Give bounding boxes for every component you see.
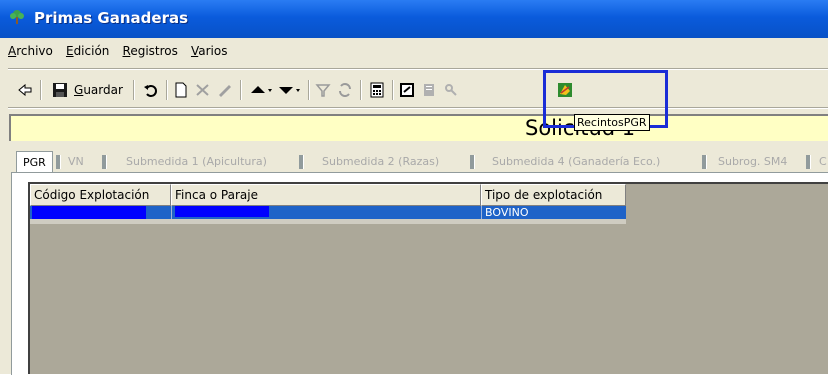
toolbar-separator <box>360 80 362 100</box>
new-record-button[interactable] <box>172 79 190 101</box>
calculator-button[interactable] <box>368 79 386 101</box>
cell-tipo[interactable]: BOVINO <box>482 206 625 219</box>
toolbar-separator <box>133 80 135 100</box>
tab-submedida-4[interactable]: Submedida 4 (Ganadería Eco.) <box>492 151 660 173</box>
previous-record-button[interactable] <box>248 79 274 101</box>
tab-divider <box>56 155 61 169</box>
column-header-finca[interactable]: Finca o Paraje <box>171 184 481 206</box>
tab-divider <box>102 155 107 169</box>
window-title: Primas Ganaderas <box>34 9 189 27</box>
undo-button[interactable] <box>142 79 160 101</box>
redacted-finca <box>175 206 269 217</box>
toolbar-separator <box>166 80 168 100</box>
calculator-icon <box>370 82 384 98</box>
redacted-codigo <box>32 206 146 219</box>
tab-vn[interactable]: VN <box>68 151 84 173</box>
column-header-codigo[interactable]: Código Explotación <box>30 184 171 206</box>
back-button[interactable] <box>16 79 34 101</box>
undo-icon <box>144 85 157 97</box>
menu-varios[interactable]: Varios <box>191 40 228 62</box>
tab-submedida-2[interactable]: Submedida 2 (Razas) <box>322 151 439 173</box>
app-window: Primas Ganaderas Archivo Edición Registr… <box>0 0 828 375</box>
new-document-icon <box>175 82 187 98</box>
tab-divider <box>702 155 707 169</box>
arrow-left-icon <box>18 83 32 97</box>
title-bar: Primas Ganaderas <box>0 0 828 38</box>
column-header-tipo[interactable]: Tipo de explotación <box>481 184 626 206</box>
toolbar-divider <box>8 107 828 109</box>
toolbar-separator <box>240 80 242 100</box>
arrow-up-icon <box>251 86 272 93</box>
filter-icon <box>315 84 331 97</box>
tooltip: RecintosPGR <box>574 114 650 131</box>
refresh-icon <box>339 83 351 97</box>
tab-subrog-sm4[interactable]: Subrog. SM4 <box>718 151 787 173</box>
tab-pgr[interactable]: PGR <box>16 151 53 174</box>
tab-divider <box>470 155 475 169</box>
arrow-down-icon <box>279 87 300 94</box>
toolbar-separator <box>308 80 310 100</box>
data-grid: Código Explotación Finca o Paraje Tipo d… <box>28 182 828 374</box>
filter-button[interactable] <box>314 79 332 101</box>
document-stack-icon <box>424 84 434 96</box>
app-icon <box>10 10 24 24</box>
delete-icon <box>196 84 209 96</box>
delete-record-button[interactable] <box>194 79 212 101</box>
menu-bar: Archivo Edición Registros Varios <box>8 40 235 62</box>
search-button[interactable] <box>442 79 460 101</box>
tab-divider <box>806 155 811 169</box>
next-record-button[interactable] <box>276 79 302 101</box>
menu-edicion[interactable]: Edición <box>66 40 109 62</box>
menu-divider <box>8 68 828 70</box>
tab-submedida-1[interactable]: Submedida 1 (Apicultura) <box>126 151 267 173</box>
refresh-button[interactable] <box>336 79 354 101</box>
tab-strip: PGR VN Submedida 1 (Apicultura) Submedid… <box>16 151 828 174</box>
menu-archivo[interactable]: Archivo <box>8 40 53 62</box>
tab-c[interactable]: C <box>819 151 827 173</box>
toolbar-separator <box>392 80 394 100</box>
info-bar <box>9 114 828 141</box>
records-button[interactable] <box>420 79 438 101</box>
toolbar: Guardar <box>8 76 828 104</box>
menu-registros[interactable]: Registros <box>123 40 178 62</box>
key-icon <box>445 84 457 96</box>
toolbar-separator <box>40 80 42 100</box>
notepad-icon <box>400 83 414 97</box>
notes-button[interactable] <box>398 79 416 101</box>
table-row[interactable]: BOVINO <box>30 206 626 224</box>
tab-divider <box>299 155 304 169</box>
edit-record-button[interactable] <box>216 79 234 101</box>
floppy-disk-icon <box>53 83 67 97</box>
edit-icon <box>219 85 231 97</box>
save-button[interactable]: Guardar <box>52 79 127 101</box>
